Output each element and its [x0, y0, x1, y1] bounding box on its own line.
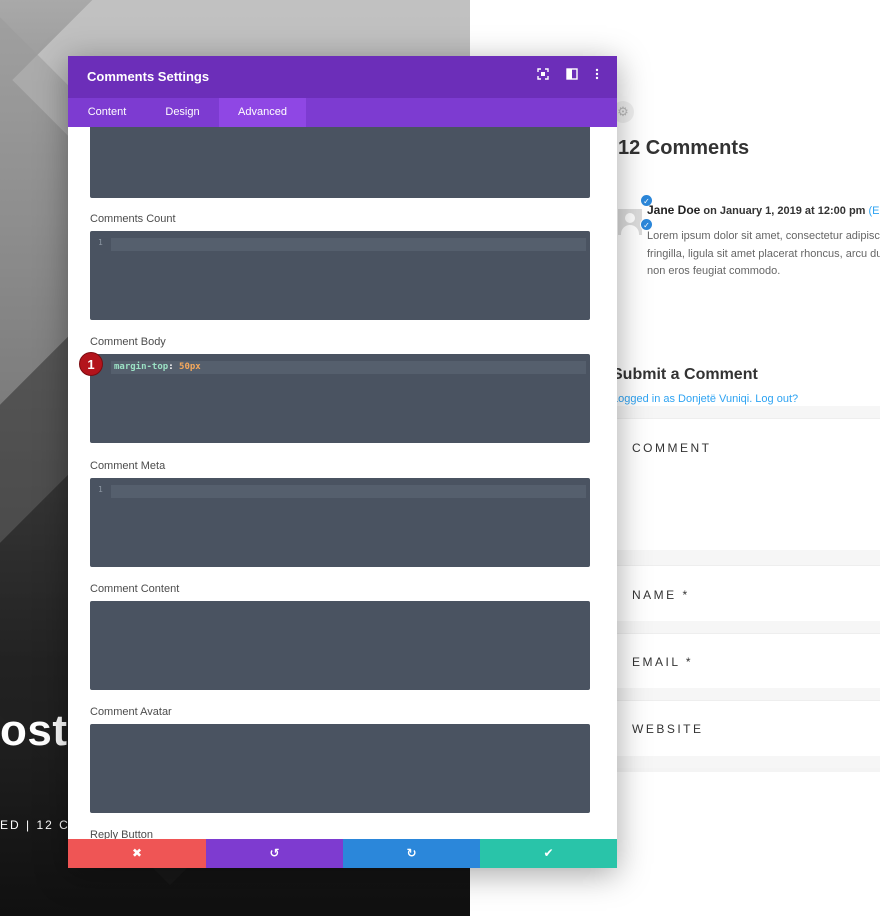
tab-content[interactable]: Content — [68, 98, 146, 127]
cancel-button[interactable]: ✖ — [68, 839, 206, 868]
section-label: Comments Count — [90, 213, 176, 225]
close-icon: ✖ — [131, 846, 143, 860]
comments-heading: 12 Comments — [618, 137, 750, 159]
redo-icon: ↻ — [406, 846, 417, 860]
comments-count-css-editor[interactable]: 1 — [90, 231, 590, 320]
section-label: Comment Body — [90, 336, 166, 348]
line-number: 1 — [98, 485, 103, 494]
modal-title: Comments Settings — [87, 69, 210, 84]
split-view-icon[interactable] — [564, 68, 580, 84]
comments-section: 12 Comments ✓ ✓ Jane Doe on January 1, 2… — [612, 0, 880, 916]
comment-content-css-editor[interactable] — [90, 601, 590, 690]
comment-avatar — [618, 209, 642, 235]
comment-edit-link[interactable]: (Edit) — [869, 205, 880, 217]
submit-comment-heading: Submit a Comment — [612, 366, 758, 383]
step-badge: 1 — [79, 352, 103, 376]
more-icon[interactable] — [589, 68, 605, 84]
tab-advanced[interactable]: Advanced — [219, 98, 306, 127]
comment-field-label: COMMENT — [632, 441, 712, 455]
comment-author[interactable]: Jane Doe — [647, 203, 700, 217]
email-field[interactable]: EMAIL * — [612, 633, 880, 689]
checkmark-icon: ✔ — [543, 846, 554, 860]
comment-meta: Jane Doe on January 1, 2019 at 12:00 pm … — [647, 203, 880, 217]
modal-tabs: Content Design Advanced — [68, 98, 617, 127]
css-property: margin-top — [114, 362, 169, 372]
save-button[interactable]: ✔ — [480, 839, 617, 868]
name-field[interactable]: NAME * — [612, 565, 880, 621]
css-code: margin-top: 50px — [114, 362, 201, 372]
website-field-label: WEBSITE — [632, 722, 704, 736]
email-field-label: EMAIL * — [632, 655, 694, 669]
comment-text-line: non eros feugiat commodo. — [647, 265, 781, 277]
css-value: 50px — [179, 362, 201, 372]
comment-textarea[interactable]: COMMENT — [612, 418, 880, 550]
section-label: Comment Meta — [90, 460, 166, 472]
comment-avatar-css-editor[interactable] — [90, 724, 590, 813]
logged-in-link[interactable]: Logged in as Donjetë Vuniqi. Log out? — [612, 393, 798, 405]
modal-header: Comments Settings — [68, 56, 617, 98]
undo-icon: ↺ — [269, 846, 280, 860]
comment-text-line: Lorem ipsum dolor sit amet, consectetur … — [647, 230, 880, 242]
comments-settings-modal: Comments Settings Content Design Advance… — [68, 56, 617, 868]
comment-text: Lorem ipsum dolor sit amet, consectetur … — [647, 228, 880, 281]
css-editor-previous[interactable] — [90, 127, 590, 198]
redo-button[interactable]: ↻ — [343, 839, 480, 868]
comment-date[interactable]: on January 1, 2019 at 12:00 pm — [703, 205, 865, 217]
focus-icon[interactable] — [535, 68, 551, 84]
active-line — [111, 238, 586, 251]
section-label: Comment Avatar — [90, 706, 172, 718]
comment-meta-css-editor[interactable]: 1 — [90, 478, 590, 567]
section-label: Reply Button — [90, 829, 153, 839]
undo-button[interactable]: ↺ — [206, 839, 343, 868]
active-line — [111, 485, 586, 498]
hero-title: ost — [0, 706, 68, 755]
modal-footer: ✖ ↺ ↻ ✔ — [68, 839, 617, 868]
website-field[interactable]: WEBSITE — [612, 700, 880, 756]
modal-body: Comments Count 1 Comment Body 1 margin-t… — [68, 127, 617, 839]
tab-design[interactable]: Design — [146, 98, 219, 127]
name-field-label: NAME * — [632, 588, 690, 602]
section-label: Comment Content — [90, 583, 180, 595]
comment-body-css-editor[interactable]: 1 margin-top: 50px — [90, 354, 590, 443]
comment-text-line: fringilla, ligula sit amet placerat rhon… — [647, 247, 880, 260]
line-number: 1 — [98, 238, 103, 247]
